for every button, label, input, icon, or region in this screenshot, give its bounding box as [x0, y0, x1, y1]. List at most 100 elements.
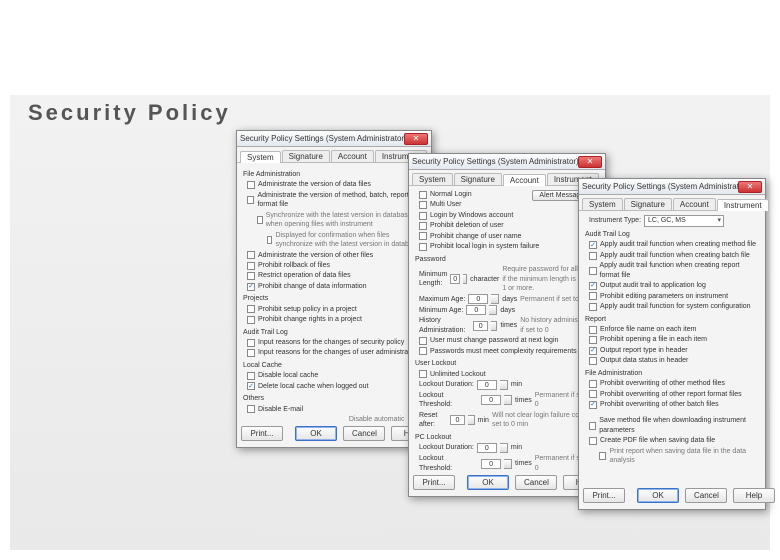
window-title: Security Policy Settings (System Adminis… — [412, 157, 578, 166]
checkbox[interactable]: ✓ — [589, 241, 597, 249]
checkbox[interactable] — [247, 349, 255, 357]
ulock-dur-input[interactable]: 0 — [477, 380, 497, 390]
checkbox[interactable] — [589, 303, 597, 311]
titlebar[interactable]: Security Policy Settings (System Adminis… — [409, 154, 605, 170]
stepper-icon[interactable] — [500, 380, 508, 390]
checkbox[interactable] — [419, 232, 427, 240]
ok-button[interactable]: OK — [467, 475, 509, 490]
checkbox[interactable] — [589, 380, 597, 388]
pclock-thresh-input[interactable]: 0 — [481, 459, 501, 469]
label: Perform automatic screen lock after — [247, 420, 309, 421]
checkbox[interactable] — [247, 272, 255, 280]
checkbox[interactable] — [589, 437, 597, 445]
tab-signature[interactable]: Signature — [624, 198, 672, 210]
label: Multi User — [430, 200, 462, 209]
tab-account[interactable]: Account — [331, 150, 374, 162]
window-account: Security Policy Settings (System Adminis… — [408, 153, 606, 497]
checkbox[interactable] — [247, 339, 255, 347]
label: Passwords must meet complexity requireme… — [430, 347, 577, 356]
label: Administrate the version of data files — [258, 180, 371, 189]
stepper-icon[interactable] — [468, 415, 474, 425]
checkbox[interactable] — [589, 252, 597, 260]
checkbox[interactable] — [419, 191, 427, 199]
checkbox[interactable] — [419, 201, 427, 209]
checkbox[interactable] — [247, 196, 254, 204]
label: Lockout Duration: — [419, 443, 474, 452]
unit: times — [500, 321, 517, 330]
cancel-button[interactable]: Cancel — [343, 426, 385, 441]
history-input[interactable]: 0 — [473, 321, 488, 331]
stepper-icon[interactable] — [491, 321, 497, 331]
checkbox[interactable] — [419, 222, 427, 230]
checkbox[interactable] — [419, 370, 427, 378]
print-button[interactable]: Print... — [413, 475, 455, 490]
checkbox[interactable] — [589, 267, 597, 275]
checkbox[interactable] — [589, 292, 597, 300]
stepper-icon[interactable] — [504, 459, 512, 469]
close-icon[interactable]: ✕ — [738, 181, 762, 193]
checkbox[interactable] — [589, 326, 597, 334]
tab-system[interactable]: System — [412, 173, 453, 185]
checkbox[interactable] — [589, 336, 597, 344]
label: Lockout Threshold: — [419, 391, 478, 410]
tab-account[interactable]: Account — [673, 198, 716, 210]
checkbox[interactable] — [247, 181, 255, 189]
tab-account[interactable]: Account — [503, 174, 546, 186]
min-length-input[interactable]: 0 — [450, 274, 460, 284]
max-age-input[interactable]: 0 — [468, 294, 488, 304]
cancel-button[interactable]: Cancel — [515, 475, 557, 490]
checkbox[interactable]: ✓ — [589, 401, 597, 409]
cancel-button[interactable]: Cancel — [685, 488, 727, 503]
tab-signature[interactable]: Signature — [282, 150, 330, 162]
titlebar[interactable]: Security Policy Settings (System Adminis… — [579, 179, 765, 195]
window-title: Security Policy Settings (System Adminis… — [582, 182, 738, 191]
tab-instrument[interactable]: Instrument — [717, 199, 769, 211]
label: Prohibit change rights in a project — [258, 315, 362, 324]
checkbox[interactable] — [247, 305, 255, 313]
tab-system[interactable]: System — [240, 151, 281, 163]
checkbox[interactable]: ✓ — [589, 282, 597, 290]
min-age-input[interactable]: 0 — [466, 305, 486, 315]
section-file-admin: File Administration — [585, 369, 759, 378]
checkbox[interactable]: ✓ — [589, 347, 597, 355]
checkbox[interactable] — [419, 337, 427, 345]
ulock-reset-input[interactable]: 0 — [450, 415, 466, 425]
checkbox[interactable] — [247, 405, 255, 413]
checkbox[interactable]: ✓ — [247, 283, 255, 291]
close-icon[interactable]: ✕ — [404, 133, 428, 145]
stepper-icon[interactable] — [504, 395, 512, 405]
checkbox[interactable] — [589, 390, 597, 398]
checkbox[interactable] — [589, 422, 596, 430]
checkbox[interactable] — [247, 316, 255, 324]
checkbox[interactable] — [247, 372, 255, 380]
checkbox[interactable] — [599, 452, 606, 460]
instrument-type-dropdown[interactable]: LC, GC, MS — [644, 215, 724, 227]
tab-signature[interactable]: Signature — [454, 173, 502, 185]
close-icon[interactable]: ✕ — [578, 156, 602, 168]
print-button[interactable]: Print... — [241, 426, 283, 441]
checkbox[interactable] — [419, 212, 427, 220]
checkbox[interactable] — [419, 347, 427, 355]
section-report: Report — [585, 315, 759, 324]
checkbox[interactable] — [589, 357, 597, 365]
label: History Administration: — [419, 316, 470, 335]
ok-button[interactable]: OK — [295, 426, 337, 441]
help-button[interactable]: Help — [733, 488, 775, 503]
stepper-icon[interactable] — [489, 305, 497, 315]
ulock-thresh-input[interactable]: 0 — [481, 395, 501, 405]
window-title: Security Policy Settings (System Adminis… — [240, 134, 404, 143]
checkbox[interactable] — [419, 243, 427, 251]
print-button[interactable]: Print... — [583, 488, 625, 503]
checkbox[interactable] — [257, 216, 263, 224]
checkbox[interactable] — [247, 262, 255, 270]
checkbox[interactable] — [247, 251, 255, 259]
pclock-dur-input[interactable]: 0 — [477, 443, 497, 453]
titlebar[interactable]: Security Policy Settings (System Adminis… — [237, 131, 431, 147]
stepper-icon[interactable] — [500, 443, 508, 453]
stepper-icon[interactable] — [491, 294, 499, 304]
ok-button[interactable]: OK — [637, 488, 679, 503]
stepper-icon[interactable] — [463, 274, 467, 284]
tab-system[interactable]: System — [582, 198, 623, 210]
checkbox[interactable]: ✓ — [247, 382, 255, 390]
checkbox[interactable] — [267, 236, 272, 244]
